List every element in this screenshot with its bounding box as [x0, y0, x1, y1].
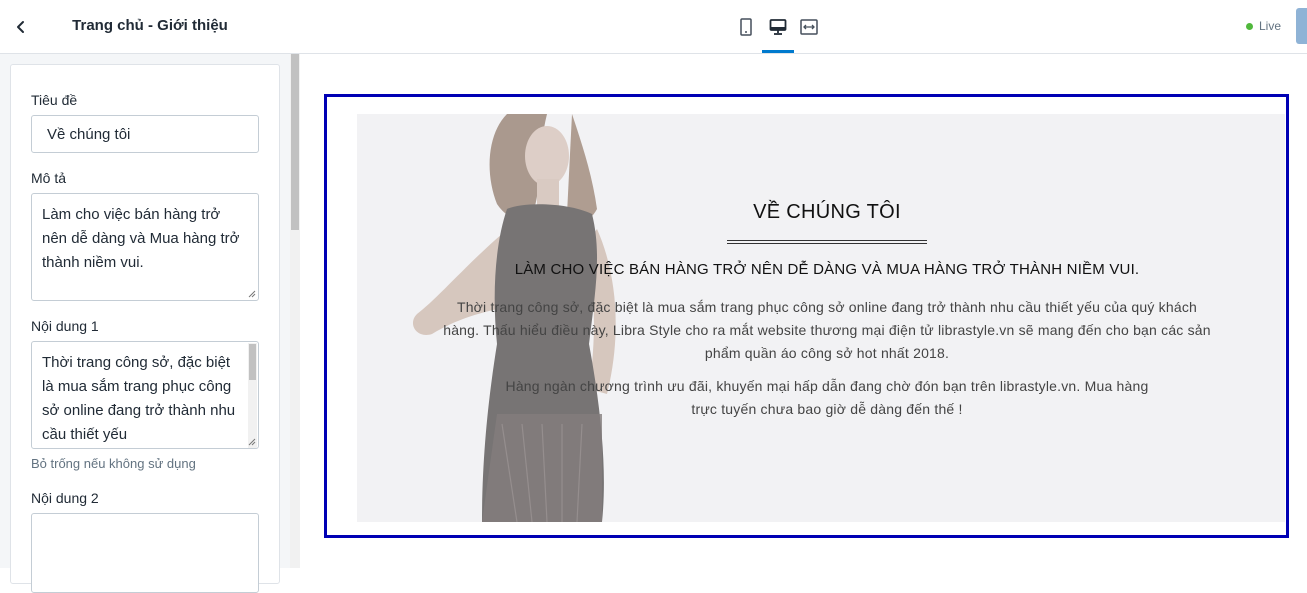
- resize-handle-icon[interactable]: [248, 438, 256, 446]
- about-heading: VỀ CHÚNG TÔI: [753, 201, 901, 223]
- device-desktop-button[interactable]: [765, 14, 791, 40]
- sidebar-scroll-thumb[interactable]: [291, 54, 299, 230]
- about-banner: VỀ CHÚNG TÔI LÀM CHO VIỆC BÁN HÀNG TRỞ N…: [357, 114, 1285, 522]
- content2-textarea[interactable]: [31, 513, 259, 593]
- heading-divider: [727, 240, 927, 244]
- sidebar-scroll-area: Tiêu đề Về chúng tôi Mô tả Làm cho việc …: [0, 54, 300, 593]
- live-dot-icon: [1246, 22, 1253, 30]
- mobile-icon: [740, 18, 752, 36]
- sidebar: Trang chủ - Giới thiệu Tiêu đề Về chúng …: [0, 0, 300, 593]
- about-paragraph-1: Thời trang công sở, đặc biệt là mua sắm …: [443, 299, 1211, 361]
- content2-label: Nội dung 2: [31, 490, 99, 506]
- action-button[interactable]: [1296, 8, 1307, 44]
- device-fullwidth-button[interactable]: [796, 14, 822, 40]
- about-paragraph-2: Hàng ngàn chương trình ưu đãi, khuyến mạ…: [505, 378, 1149, 417]
- sidebar-scrollbar[interactable]: [290, 54, 300, 568]
- resize-handle-icon[interactable]: [248, 290, 256, 298]
- content1-label: Nội dung 1: [31, 318, 99, 334]
- about-subheading: LÀM CHO VIỆC BÁN HÀNG TRỞ NÊN DỄ DÀNG VÀ…: [514, 261, 1140, 278]
- preview-toolbar: Live: [300, 0, 1307, 54]
- desktop-icon: [769, 19, 787, 35]
- content1-textarea[interactable]: Thời trang công sở, đặc biệt là mua sắm …: [31, 341, 259, 449]
- content1-hint: Bỏ trống nếu không sử dụng: [31, 456, 196, 471]
- selected-section-frame[interactable]: VỀ CHÚNG TÔI LÀM CHO VIỆC BÁN HÀNG TRỞ N…: [324, 94, 1289, 538]
- title-label: Tiêu đề: [31, 92, 78, 108]
- live-status: Live: [1246, 19, 1281, 33]
- description-text: Làm cho việc bán hàng trở nên dễ dàng và…: [42, 206, 240, 271]
- sidebar-header: Trang chủ - Giới thiệu: [0, 0, 300, 54]
- sidebar-title: Trang chủ - Giới thiệu: [72, 17, 228, 34]
- settings-card: Tiêu đề Về chúng tôi Mô tả Làm cho việc …: [10, 64, 280, 593]
- expand-horizontal-icon: [800, 19, 818, 35]
- description-textarea[interactable]: Làm cho việc bán hàng trở nên dễ dàng và…: [31, 193, 259, 301]
- live-label: Live: [1259, 19, 1282, 33]
- title-input[interactable]: Về chúng tôi: [31, 115, 259, 153]
- content1-text: Thời trang công sở, đặc biệt là mua sắm …: [42, 354, 236, 443]
- content1-scrollbar[interactable]: [248, 343, 257, 448]
- active-device-indicator: [762, 50, 794, 53]
- device-mobile-button[interactable]: [733, 14, 759, 40]
- content1-scroll-thumb[interactable]: [249, 344, 256, 380]
- preview-area: VỀ CHÚNG TÔI LÀM CHO VIỆC BÁN HÀNG TRỞ N…: [300, 55, 1307, 568]
- description-label: Mô tả: [31, 170, 67, 186]
- about-content: VỀ CHÚNG TÔI LÀM CHO VIỆC BÁN HÀNG TRỞ N…: [427, 114, 1227, 522]
